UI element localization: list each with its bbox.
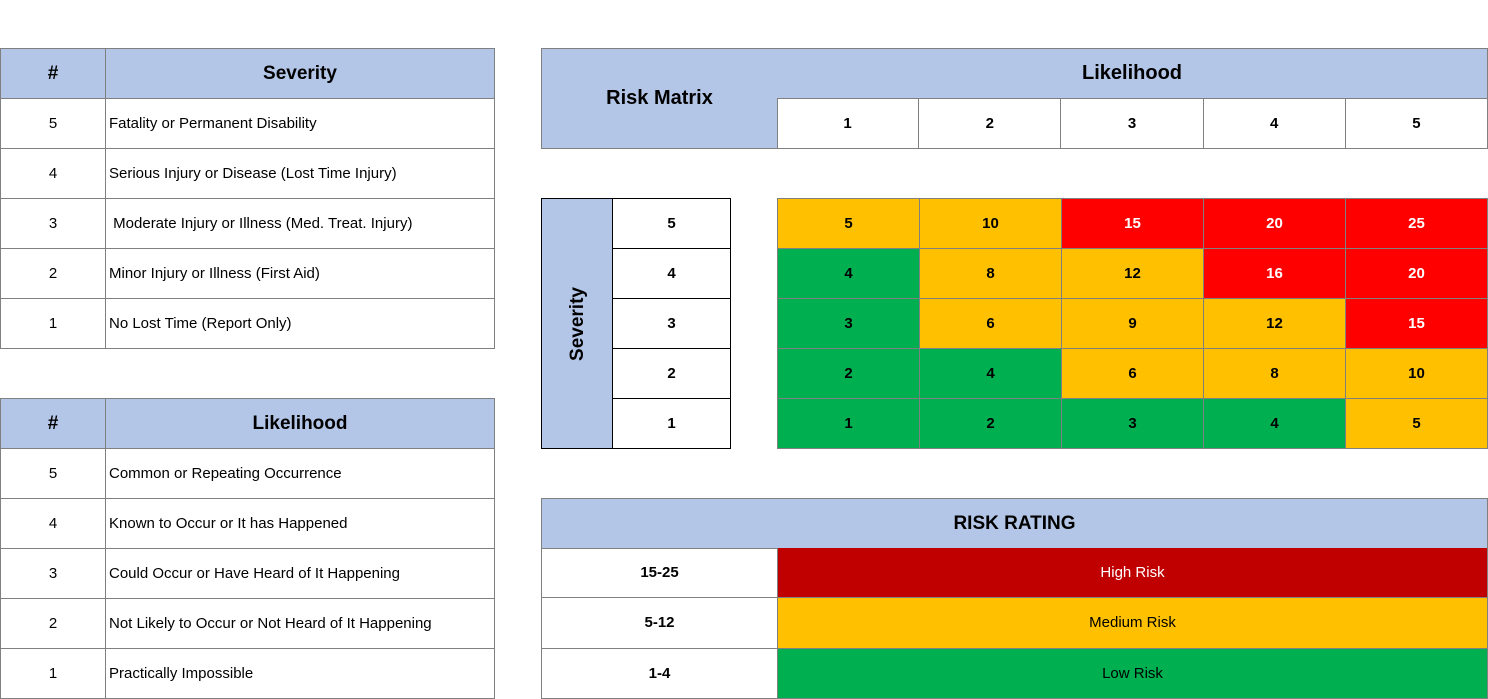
severity-num: 3 xyxy=(0,198,106,249)
matrix-cell-high: 15 xyxy=(1062,199,1204,249)
matrix-cell-low: 1 xyxy=(778,399,920,449)
severity-description: Moderate Injury or Illness (Med. Treat. … xyxy=(105,198,495,249)
matrix-cell-high: 25 xyxy=(1346,199,1488,249)
likelihood-levels-row: 1 2 3 4 5 xyxy=(777,98,1488,149)
risk-matrix-title: Risk Matrix xyxy=(606,87,713,109)
matrix-cell-medium: 8 xyxy=(1204,349,1346,399)
severity-description: Fatality or Permanent Disability xyxy=(105,98,495,149)
likelihood-num: 1 xyxy=(0,648,106,699)
likelihood-num: 5 xyxy=(0,448,106,499)
table-row: 4 Serious Injury or Disease (Lost Time In… xyxy=(0,148,495,199)
severity-axis-header: Severity xyxy=(541,198,613,449)
matrix-cell-low: 3 xyxy=(778,299,920,349)
matrix-cell-high: 15 xyxy=(1346,299,1488,349)
matrix-cell-low: 4 xyxy=(920,349,1062,399)
severity-num: 2 xyxy=(0,248,106,299)
likelihood-table-header: # Likelihood xyxy=(0,398,495,449)
likelihood-level: 4 xyxy=(1204,98,1346,148)
matrix-cell-medium: 9 xyxy=(1062,299,1204,349)
matrix-cell-low: 2 xyxy=(920,399,1062,449)
risk-rating-header: RISK RATING xyxy=(541,498,1488,549)
table-row: 3 Could Occur or Have Heard of It Happeni… xyxy=(0,548,495,599)
severity-level: 3 xyxy=(613,299,730,349)
matrix-cell-low: 4 xyxy=(778,249,920,299)
table-row: 5 Common or Repeating Occurrence xyxy=(0,448,495,499)
matrix-cell-high: 16 xyxy=(1204,249,1346,299)
matrix-cell-medium: 5 xyxy=(1346,399,1488,449)
severity-table-header: # Severity xyxy=(0,48,495,99)
risk-matrix-grid: 5 10 15 20 25 4 8 12 16 20 3 6 9 12 15 2 4 6 8 10 1 2 3 4 5 xyxy=(777,198,1488,449)
likelihood-description: Practically Impossible xyxy=(105,648,495,699)
severity-num: 5 xyxy=(0,98,106,149)
severity-level: 1 xyxy=(667,415,676,432)
severity-description: Minor Injury or Illness (First Aid) xyxy=(105,248,495,299)
likelihood-label-header: Likelihood xyxy=(105,398,495,449)
severity-label-header: Severity xyxy=(105,48,495,99)
risk-range: 1-4 xyxy=(542,648,778,698)
risk-range: 15-25 xyxy=(542,548,778,598)
severity-level: 4 xyxy=(613,249,730,299)
risk-rating-row-medium: 5-12 Medium Risk xyxy=(542,598,1487,649)
risk-range: 5-12 xyxy=(542,598,778,648)
likelihood-level: 3 xyxy=(1061,98,1204,148)
matrix-cell-medium: 10 xyxy=(1346,349,1488,399)
severity-level: 2 xyxy=(613,349,730,399)
matrix-cell-low: 4 xyxy=(1204,399,1346,449)
likelihood-axis-title: Likelihood xyxy=(1082,62,1182,84)
risk-rating-title: RISK RATING xyxy=(953,512,1076,534)
risk-rating-rows: 15-25 High Risk 5-12 Medium Risk 1-4 Low… xyxy=(541,548,1488,699)
table-row: 1 Practically Impossible xyxy=(0,648,495,699)
risk-matrix-title-cell: Risk Matrix xyxy=(541,48,778,149)
matrix-cell-medium: 6 xyxy=(1062,349,1204,399)
risk-rating-row-low: 1-4 Low Risk xyxy=(542,648,1487,699)
matrix-cell-high: 20 xyxy=(1346,249,1488,299)
matrix-cell-medium: 6 xyxy=(920,299,1062,349)
matrix-cell-low: 3 xyxy=(1062,399,1204,449)
likelihood-num: 4 xyxy=(0,498,106,549)
likelihood-num: 2 xyxy=(0,598,106,649)
table-row: 2 Not Likely to Occur or Not Heard of It … xyxy=(0,598,495,649)
likelihood-description: Known to Occur or It has Happened xyxy=(105,498,495,549)
table-row: 1 No Lost Time (Report Only) xyxy=(0,298,495,349)
likelihood-num: 3 xyxy=(0,548,106,599)
likelihood-description: Not Likely to Occur or Not Heard of It H… xyxy=(105,598,495,649)
severity-description: No Lost Time (Report Only) xyxy=(105,298,495,349)
risk-level-label: Low Risk xyxy=(778,648,1487,698)
risk-level-label: High Risk xyxy=(778,548,1487,598)
severity-axis-title: Severity xyxy=(566,286,588,361)
likelihood-description: Common or Repeating Occurrence xyxy=(105,448,495,499)
matrix-cell-medium: 12 xyxy=(1062,249,1204,299)
severity-num: 4 xyxy=(0,148,106,199)
severity-level: 5 xyxy=(613,199,730,249)
matrix-cell-medium: 10 xyxy=(920,199,1062,249)
matrix-cell-low: 2 xyxy=(778,349,920,399)
likelihood-level: 5 xyxy=(1412,114,1421,132)
risk-level-label: Medium Risk xyxy=(778,598,1487,648)
risk-rating-row-high: 15-25 High Risk xyxy=(542,548,1487,599)
severity-levels-column: 5 4 3 2 1 xyxy=(612,198,731,449)
matrix-cell-medium: 12 xyxy=(1204,299,1346,349)
likelihood-description: Could Occur or Have Heard of It Happenin… xyxy=(105,548,495,599)
likelihood-table: # Likelihood 5 Common or Repeating Occurr… xyxy=(0,398,495,699)
likelihood-level: 2 xyxy=(919,98,1062,148)
matrix-cell-medium: 5 xyxy=(778,199,920,249)
likelihood-num-header: # xyxy=(0,398,106,449)
likelihood-level: 1 xyxy=(777,98,920,148)
table-row: 4 Known to Occur or It has Happened xyxy=(0,498,495,549)
severity-num-header: # xyxy=(0,48,106,99)
matrix-cell-medium: 8 xyxy=(920,249,1062,299)
severity-num: 1 xyxy=(0,298,106,349)
likelihood-axis-header: Likelihood xyxy=(777,48,1488,99)
severity-description: Serious Injury or Disease (Lost Time Inj… xyxy=(105,148,495,199)
table-row: 2 Minor Injury or Illness (First Aid) xyxy=(0,248,495,299)
matrix-cell-high: 20 xyxy=(1204,199,1346,249)
table-row: 3 Moderate Injury or Illness (Med. Treat… xyxy=(0,198,495,249)
table-row: 5 Fatality or Permanent Disability xyxy=(0,98,495,149)
severity-table: # Severity 5 Fatality or Permanent Disabi… xyxy=(0,48,495,349)
